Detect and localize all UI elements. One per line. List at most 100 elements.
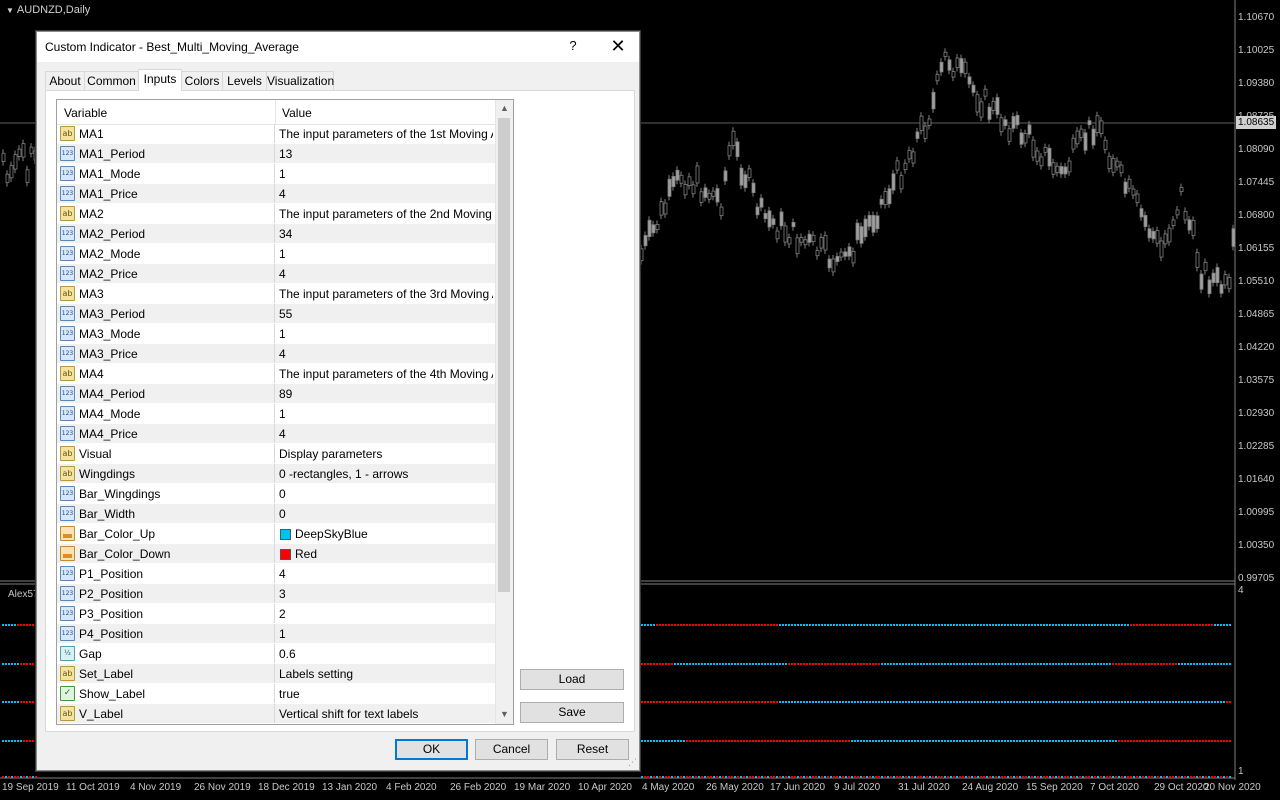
variable-cell[interactable]: 123 P2_Position [57,584,275,603]
input-row-ma4[interactable]: ab MA4 The input parameters of the 4th Mov… [57,364,495,384]
variable-cell[interactable]: 123 P3_Position [57,604,275,623]
variable-cell[interactable]: 123 MA1_Period [57,144,275,163]
scroll-down-arrow-icon[interactable]: ▼ [496,706,513,723]
variable-cell[interactable]: 123 MA2_Period [57,224,275,243]
input-row-bar-color-up[interactable]: Bar_Color_Up DeepSkyBlue [57,524,495,544]
column-header-variable[interactable]: Variable [64,106,107,120]
variable-cell[interactable]: 123 MA3_Mode [57,324,275,343]
value-cell[interactable]: 13 [276,144,495,163]
variable-cell[interactable]: 123 MA2_Mode [57,244,275,263]
value-cell[interactable]: 2 [276,604,495,623]
value-cell[interactable]: 1 [276,324,495,343]
value-cell[interactable]: Red [276,544,495,563]
tab-common[interactable]: Common [84,71,139,90]
value-cell[interactable]: 4 [276,264,495,283]
input-row-ma2-mode[interactable]: 123 MA2_Mode 1 [57,244,495,264]
value-cell[interactable]: The input parameters of the 1st Moving A… [276,124,495,143]
variable-cell[interactable]: Bar_Color_Up [57,524,275,543]
variable-cell[interactable]: 123 MA4_Mode [57,404,275,423]
reset-button[interactable]: Reset [556,739,629,760]
input-row-ma1-price[interactable]: 123 MA1_Price 4 [57,184,495,204]
variable-cell[interactable]: Bar_Color_Down [57,544,275,563]
resize-grip-icon[interactable]: ⋰ [628,757,637,768]
variable-cell[interactable]: 123 MA3_Price [57,344,275,363]
input-row-ma3[interactable]: ab MA3 The input parameters of the 3rd Mov… [57,284,495,304]
close-button[interactable]: ✕ [605,34,631,58]
variable-cell[interactable]: ab Visual [57,444,275,463]
value-cell[interactable]: 4 [276,184,495,203]
input-row-p2-position[interactable]: 123 P2_Position 3 [57,584,495,604]
tab-colors[interactable]: Colors [181,71,223,90]
input-row-show-label[interactable]: ✓ Show_Label true [57,684,495,704]
value-cell[interactable]: The input parameters of the 3rd Moving A… [276,284,495,303]
input-row-ma2-period[interactable]: 123 MA2_Period 34 [57,224,495,244]
variable-cell[interactable]: ab Wingdings [57,464,275,483]
variable-cell[interactable]: 123 Bar_Wingdings [57,484,275,503]
input-row-ma3-period[interactable]: 123 MA3_Period 55 [57,304,495,324]
value-cell[interactable]: Vertical shift for text labels [276,704,495,723]
input-row-gap[interactable]: ½ Gap 0.6 [57,644,495,664]
value-cell[interactable]: 1 [276,404,495,423]
ok-button[interactable]: OK [395,739,468,760]
save-button[interactable]: Save [520,702,624,723]
variable-cell[interactable]: ab MA3 [57,284,275,303]
variable-cell[interactable]: ab MA4 [57,364,275,383]
variable-cell[interactable]: ✓ Show_Label [57,684,275,703]
input-row-visual[interactable]: ab Visual Display parameters [57,444,495,464]
variable-cell[interactable]: 123 MA1_Mode [57,164,275,183]
input-row-ma3-price[interactable]: 123 MA3_Price 4 [57,344,495,364]
input-row-p4-position[interactable]: 123 P4_Position 1 [57,624,495,644]
load-button[interactable]: Load [520,669,624,690]
variable-cell[interactable]: ab MA1 [57,124,275,143]
variable-cell[interactable]: 123 MA4_Period [57,384,275,403]
input-row-v-label[interactable]: ab V_Label Vertical shift for text labels [57,704,495,724]
variable-cell[interactable]: 123 MA2_Price [57,264,275,283]
inputs-grid[interactable]: Variable Value ab MA1 The input parameters… [56,99,514,725]
input-row-ma2[interactable]: ab MA2 The input parameters of the 2nd Mov… [57,204,495,224]
value-cell[interactable]: 4 [276,344,495,363]
value-cell[interactable]: 4 [276,424,495,443]
value-cell[interactable]: 34 [276,224,495,243]
grid-vertical-scrollbar[interactable]: ▲ ▼ [495,100,513,724]
value-cell[interactable]: 0 [276,484,495,503]
tab-about[interactable]: About [45,71,85,90]
variable-cell[interactable]: ½ Gap [57,644,275,663]
tab-levels[interactable]: Levels [222,71,267,90]
scroll-thumb[interactable] [498,118,510,592]
tab-inputs[interactable]: Inputs [138,69,182,91]
variable-cell[interactable]: 123 Bar_Width [57,504,275,523]
column-header-value[interactable]: Value [282,106,312,120]
cancel-button[interactable]: Cancel [475,739,548,760]
variable-cell[interactable]: 123 MA3_Period [57,304,275,323]
input-row-ma4-period[interactable]: 123 MA4_Period 89 [57,384,495,404]
value-cell[interactable]: 0 [276,504,495,523]
color-swatch[interactable] [280,549,291,560]
variable-cell[interactable]: 123 MA4_Price [57,424,275,443]
value-cell[interactable]: 0.6 [276,644,495,663]
value-cell[interactable]: 89 [276,384,495,403]
value-cell[interactable]: 1 [276,244,495,263]
input-row-ma1-period[interactable]: 123 MA1_Period 13 [57,144,495,164]
input-row-bar-width[interactable]: 123 Bar_Width 0 [57,504,495,524]
input-row-bar-color-down[interactable]: Bar_Color_Down Red [57,544,495,564]
value-cell[interactable]: true [276,684,495,703]
value-cell[interactable]: 3 [276,584,495,603]
input-row-p1-position[interactable]: 123 P1_Position 4 [57,564,495,584]
input-row-ma4-price[interactable]: 123 MA4_Price 4 [57,424,495,444]
value-cell[interactable]: 4 [276,564,495,583]
value-cell[interactable]: 1 [276,624,495,643]
input-row-ma4-mode[interactable]: 123 MA4_Mode 1 [57,404,495,424]
input-row-ma3-mode[interactable]: 123 MA3_Mode 1 [57,324,495,344]
dialog-titlebar[interactable]: Custom Indicator - Best_Multi_Moving_Ave… [37,32,639,62]
value-cell[interactable]: 55 [276,304,495,323]
input-row-ma1-mode[interactable]: 123 MA1_Mode 1 [57,164,495,184]
input-row-wingdings[interactable]: ab Wingdings 0 -rectangles, 1 - arrows [57,464,495,484]
variable-cell[interactable]: ab MA2 [57,204,275,223]
variable-cell[interactable]: 123 MA1_Price [57,184,275,203]
input-row-ma1[interactable]: ab MA1 The input parameters of the 1st Mov… [57,124,495,144]
chart-menu-triangle-icon[interactable]: ▼ [6,6,14,15]
input-row-p3-position[interactable]: 123 P3_Position 2 [57,604,495,624]
input-row-bar-wingdings[interactable]: 123 Bar_Wingdings 0 [57,484,495,504]
value-cell[interactable]: 1 [276,164,495,183]
variable-cell[interactable]: ab Set_Label [57,664,275,683]
